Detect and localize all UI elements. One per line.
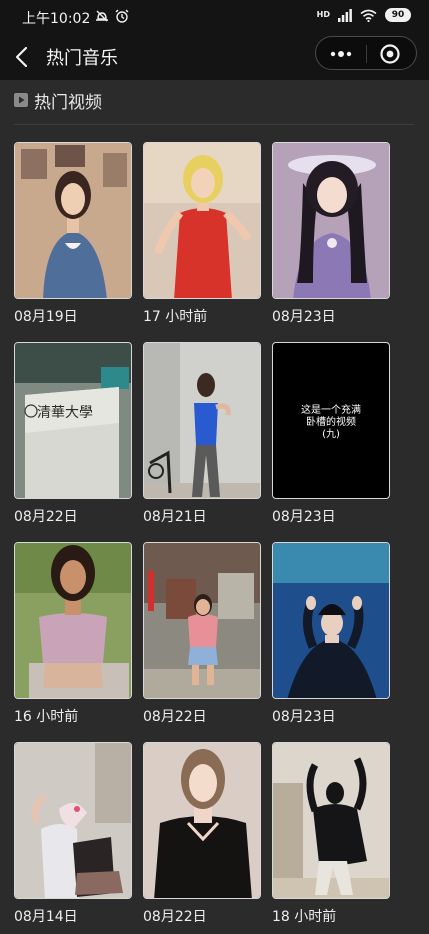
video-thumbnail [143, 342, 261, 499]
video-thumbnail [143, 142, 261, 299]
video-date: 08月19日 [14, 309, 78, 325]
status-bar: 上午10:02 HD 90 [0, 0, 429, 34]
close-mini-program-icon[interactable] [379, 43, 401, 65]
video-card[interactable]: 这是一个充满 卧槽的视频 (九) 08月23日 [272, 342, 390, 527]
video-thumbnail [14, 142, 132, 299]
video-thumbnail [272, 542, 390, 699]
svg-text:清華大學: 清華大學 [37, 405, 93, 421]
video-card[interactable]: 08月22日 [143, 742, 261, 927]
video-card[interactable]: 08月14日 [14, 742, 132, 927]
status-time: 上午10:02 [22, 11, 91, 27]
section-title: 热门视频 [34, 93, 102, 113]
nav-bar: 热门音乐 [0, 34, 429, 80]
more-options-icon[interactable] [328, 46, 354, 62]
video-thumbnail [272, 142, 390, 299]
video-overlay-text: 这是一个充满 卧槽的视频 (九) [301, 405, 361, 440]
video-card[interactable]: 08月23日 [272, 542, 390, 727]
video-date: 08月22日 [14, 509, 78, 525]
video-date: 08月23日 [272, 309, 336, 325]
network-type-label: HD [316, 10, 330, 19]
video-date: 08月23日 [272, 509, 336, 525]
mini-program-capsule [315, 36, 417, 70]
video-card[interactable]: 08月19日 [14, 142, 132, 327]
video-card[interactable]: 08月22日 [143, 542, 261, 727]
video-thumbnail [272, 742, 390, 899]
video-card[interactable]: 16 小时前 [14, 542, 132, 727]
video-card[interactable]: 08月23日 [272, 142, 390, 327]
video-date: 08月14日 [14, 909, 78, 925]
video-date: 08月22日 [143, 909, 207, 925]
video-card[interactable]: 08月21日 [143, 342, 261, 527]
video-date: 18 小时前 [272, 909, 337, 925]
video-card[interactable]: 17 小时前 [143, 142, 261, 327]
back-arrow-icon[interactable] [14, 46, 30, 68]
video-date: 17 小时前 [143, 309, 208, 325]
do-not-disturb-icon [96, 10, 108, 22]
video-thumbnail [14, 742, 132, 899]
video-card[interactable]: 清華大學 08月22日 [14, 342, 132, 527]
video-thumbnail [143, 742, 261, 899]
video-thumbnail [143, 542, 261, 699]
video-thumbnail [14, 542, 132, 699]
wifi-icon [360, 9, 377, 22]
video-thumbnail: 清華大學 [14, 342, 132, 499]
alarm-icon [115, 9, 129, 23]
cellular-signal-icon [338, 8, 352, 22]
video-date: 16 小时前 [14, 709, 79, 725]
video-thumbnail: 这是一个充满 卧槽的视频 (九) [272, 342, 390, 499]
capsule-divider [366, 45, 367, 63]
video-card[interactable]: 18 小时前 [272, 742, 390, 927]
video-play-icon [14, 93, 28, 107]
video-date: 08月22日 [143, 709, 207, 725]
video-date: 08月23日 [272, 709, 336, 725]
battery-indicator: 90 [385, 8, 411, 22]
page-title: 热门音乐 [46, 48, 118, 69]
video-date: 08月21日 [143, 509, 207, 525]
section-divider [14, 124, 414, 125]
